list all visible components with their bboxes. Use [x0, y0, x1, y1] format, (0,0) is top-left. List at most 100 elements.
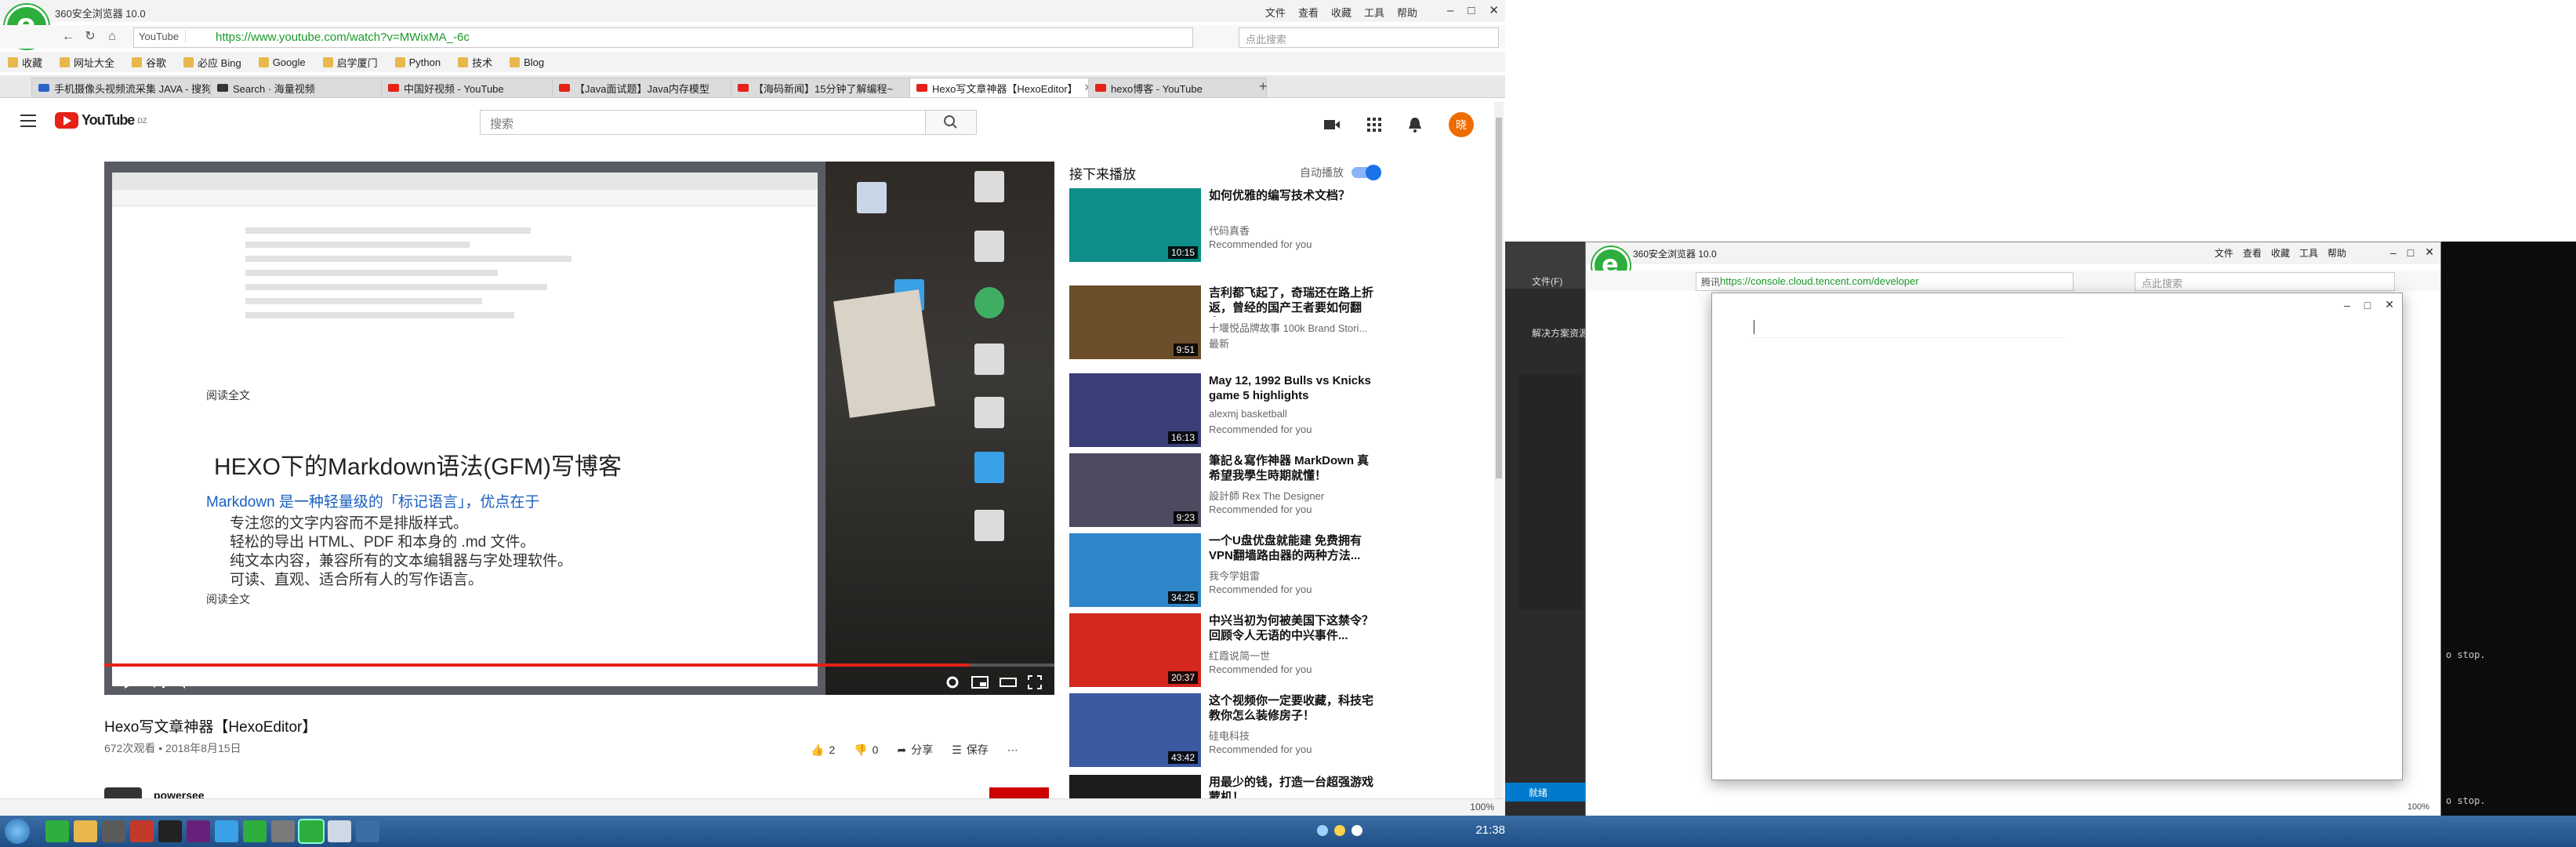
recommendation-title[interactable]: 中兴当初为何被美国下这禁令？回顾令人无语的中兴事件... [1209, 613, 1377, 643]
browser-search-input[interactable]: 点此搜索 [2135, 272, 2395, 291]
youtube-logo[interactable]: YouTube DZ [55, 112, 147, 129]
video-thumbnail[interactable]: 43:42 [1069, 693, 1201, 767]
tab-hexo-blog[interactable]: hexo博客 - YouTube [1088, 78, 1267, 97]
recommendation-item[interactable]: 用最少的钱，打造一台超强游戏蒙机！ [1069, 775, 1485, 798]
video-thumbnail[interactable]: 9:23 [1069, 453, 1201, 527]
miniplayer-icon[interactable] [971, 676, 989, 689]
url-input[interactable]: YouTube https://www.youtube.com/watch?v=… [133, 27, 1193, 48]
recommendation-title[interactable]: 用最少的钱，打造一台超强游戏蒙机！ [1209, 775, 1377, 798]
taskbar-terminal-icon[interactable] [158, 820, 182, 842]
taskbar-app-icon[interactable] [102, 820, 125, 842]
video-thumbnail[interactable]: 20:37 [1069, 613, 1201, 687]
taskbar-360-icon[interactable] [45, 820, 69, 842]
browser-search-input[interactable]: 点此搜索 [1239, 27, 1499, 48]
dialog-text-input[interactable] [1751, 317, 2065, 338]
recommendation-item[interactable]: 16:13 May 12, 1992 Bulls vs Knicks game … [1069, 373, 1485, 447]
tab-youtube-1[interactable]: 中国好视频 - YouTube [381, 78, 560, 97]
menu-file[interactable]: 文件 [2215, 246, 2233, 260]
video-thumbnail[interactable]: 16:13 [1069, 373, 1201, 447]
bookmark-item[interactable]: 技术 [458, 55, 492, 70]
fullscreen-icon[interactable] [1028, 675, 1042, 689]
menu-help[interactable]: 帮助 [2327, 246, 2346, 260]
avatar[interactable]: 晓 [1449, 112, 1474, 137]
page-scrollbar[interactable] [1494, 102, 1504, 816]
recommendation-title[interactable]: May 12, 1992 Bulls vs Knicks game 5 high… [1209, 373, 1377, 403]
taskbar-explorer-icon[interactable] [74, 820, 97, 842]
video-progress-bar[interactable] [104, 663, 1054, 667]
bookmark-item[interactable]: 启学厦门 [322, 55, 378, 70]
theater-mode-icon[interactable] [1000, 676, 1017, 689]
ide-menu-file[interactable]: 文件(F) [1532, 274, 1562, 288]
close-button[interactable]: ✕ [2425, 245, 2434, 259]
tab-youtube-3[interactable]: 【海码新闻】15分钟了解编程~ [731, 78, 917, 97]
video-thumbnail[interactable]: 10:15 [1069, 188, 1201, 262]
recommendation-title[interactable]: 筆記＆寫作神器 MarkDown 真希望我學生時期就懂！ [1209, 453, 1377, 483]
taskbar-app-icon[interactable] [356, 820, 379, 842]
hamburger-menu-icon[interactable] [20, 115, 36, 127]
taskbar-app-icon[interactable] [215, 820, 238, 842]
recommendation-item[interactable]: 10:15 如何优雅的编写技术文档？ 代码真香 Recommended for … [1069, 188, 1485, 262]
url-input[interactable]: 腾讯 https://console.cloud.tencent.com/dev… [1696, 272, 2073, 291]
menu-favorites[interactable]: 收藏 [2271, 246, 2290, 260]
new-tab-button[interactable]: + [1259, 78, 1268, 95]
menu-tools[interactable]: 工具 [2299, 246, 2318, 260]
zoom-level[interactable]: 100% [1470, 802, 1494, 812]
dislike-button[interactable]: 👎 0 [854, 743, 878, 757]
recommendation-title[interactable]: 吉利都飞起了，奇瑞还在路上折返，曾经的国产王者要如何翻身？ [1209, 285, 1377, 317]
taskbar-clock[interactable]: 21:38 [1475, 823, 1505, 837]
tab-github-search[interactable]: Search · 海量视频 [210, 78, 389, 97]
start-button-icon[interactable] [5, 819, 30, 844]
home-icon[interactable]: ⌂ [103, 28, 121, 45]
menu-view[interactable]: 查看 [2243, 246, 2262, 260]
taskbar-app-icon[interactable] [328, 820, 351, 842]
taskbar-app-icon[interactable] [271, 820, 295, 842]
share-button[interactable]: ➦ 分享 [897, 742, 933, 758]
video-player[interactable]: 阅读全文 HEXO下的Markdown语法(GFM)写博客 Markdown 是… [104, 162, 1054, 695]
menu-file[interactable]: 文件 [1265, 5, 1286, 20]
video-thumbnail[interactable]: 9:51 [1069, 285, 1201, 359]
youtube-search-button[interactable] [925, 110, 977, 135]
tab-youtube-2[interactable]: 【Java面试题】Java内存模型 [552, 78, 738, 97]
autoplay-toggle[interactable] [1351, 165, 1381, 180]
taskbar-app-icon[interactable] [243, 820, 267, 842]
zoom-level[interactable]: 100% [2407, 802, 2429, 812]
like-button[interactable]: 👍 2 [811, 743, 835, 757]
refresh-icon[interactable]: ↻ [82, 28, 99, 45]
save-button[interactable]: ☰ 保存 [952, 742, 989, 758]
apps-grid-icon[interactable] [1367, 118, 1381, 132]
youtube-search-input[interactable]: 搜索 [480, 110, 928, 135]
menu-favorites[interactable]: 收藏 [1331, 5, 1351, 20]
maximize-button[interactable]: □ [2364, 299, 2371, 311]
video-thumbnail[interactable] [1069, 775, 1201, 798]
close-button[interactable]: ✕ [1489, 3, 1499, 17]
menu-tools[interactable]: 工具 [1364, 5, 1384, 20]
tab-active-hexo[interactable]: Hexo写文章神器【HexoEditor】✕ [909, 78, 1096, 97]
taskbar-app-icon[interactable] [130, 820, 154, 842]
back-arrow-icon[interactable]: ← [60, 28, 77, 45]
scrollbar-thumb[interactable] [1496, 118, 1502, 478]
recommendation-title[interactable]: 一个U盘优盘就能建 免费拥有VPN翻墙路由器的两种方法... [1209, 533, 1377, 563]
bookmark-item[interactable]: Google [258, 56, 306, 68]
create-video-icon[interactable] [1323, 118, 1341, 131]
recommendation-title[interactable]: 这个视频你一定要收藏，科技宅教你怎么装修房子！ [1209, 693, 1377, 723]
recommendation-item[interactable]: 20:37 中兴当初为何被美国下这禁令？回顾令人无语的中兴事件... 红霞说简一… [1069, 613, 1485, 687]
close-button[interactable]: ✕ [2385, 298, 2394, 311]
recommendation-item[interactable]: 43:42 这个视频你一定要收藏，科技宅教你怎么装修房子！ 硅电科技 Recom… [1069, 693, 1485, 767]
bookmark-item[interactable]: Python [394, 56, 441, 68]
next-icon[interactable] [153, 676, 165, 689]
settings-gear-icon[interactable] [945, 675, 960, 689]
recommendation-item[interactable]: 9:51 吉利都飞起了，奇瑞还在路上折返，曾经的国产王者要如何翻身？ 十堰悦品牌… [1069, 285, 1485, 359]
menu-help[interactable]: 帮助 [1397, 5, 1417, 20]
taskbar-visual-studio-icon[interactable] [187, 820, 210, 842]
volume-icon[interactable] [176, 675, 192, 689]
more-options-icon[interactable]: ⋯ [1007, 743, 1018, 757]
recommendation-item[interactable]: 9:23 筆記＆寫作神器 MarkDown 真希望我學生時期就懂！ 設計師 Re… [1069, 453, 1485, 527]
recommendation-title[interactable]: 如何优雅的编写技术文档？ [1209, 188, 1377, 203]
notifications-bell-icon[interactable] [1408, 117, 1422, 133]
bookmark-item[interactable]: Blog [510, 56, 544, 68]
bookmark-item[interactable]: 网址大全 [60, 55, 114, 70]
menu-view[interactable]: 查看 [1298, 5, 1319, 20]
maximize-button[interactable]: □ [2407, 246, 2414, 259]
play-icon[interactable] [123, 674, 137, 690]
minimize-button[interactable]: – [2344, 299, 2350, 311]
